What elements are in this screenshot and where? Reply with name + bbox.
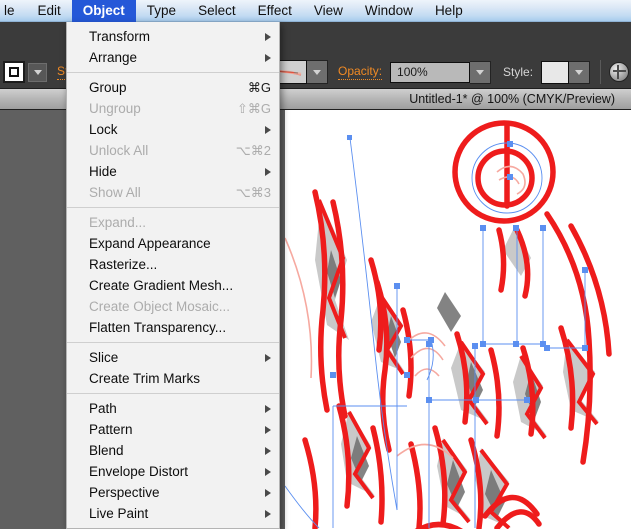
opacity-label[interactable]: Opacity: [338,64,383,80]
menu-item-create-gradient-mesh[interactable]: Create Gradient Mesh... [67,275,279,296]
chevron-right-icon [265,509,271,518]
menu-item-pattern[interactable]: Pattern [67,419,279,440]
menu-item-path[interactable]: Path [67,398,279,419]
brush-dropdown[interactable] [307,60,329,84]
menu-item-label: Perspective [89,485,160,500]
chevron-right-icon [265,167,271,176]
chevron-right-icon [265,467,271,476]
menu-item-label: Create Gradient Mesh... [89,278,234,293]
menu-item-label: Ungroup [89,101,141,116]
menu-item-label: Show All [89,185,141,200]
menu-item-label: Transform [89,29,151,44]
menu-item-image-trace[interactable]: Image Trace [67,524,279,528]
os-menu-bar: le Edit Object Type Select Effect View Window He… [0,0,631,22]
menu-item-blend[interactable]: Blend [67,440,279,461]
chevron-right-icon [265,32,271,41]
chevron-right-icon [265,404,271,413]
vector-line-artwork [285,120,612,529]
menu-item-flatten-transparency[interactable]: Flatten Transparency... [67,317,279,338]
menu-item-expand-appearance[interactable]: Expand Appearance [67,233,279,254]
chevron-down-icon [313,69,322,75]
menubar-item-le[interactable]: le [0,0,27,22]
chevron-right-icon [265,353,271,362]
menu-item-shortcut: ⇧⌘G [236,100,271,116]
artboard[interactable] [285,110,631,529]
menu-item-create-trim-marks[interactable]: Create Trim Marks [67,368,279,389]
menu-item-expand: Expand... [67,212,279,233]
menu-item-label: Create Object Mosaic... [89,299,231,314]
menubar-item-select[interactable]: Select [187,0,247,22]
menu-item-label: Hide [89,164,117,179]
menu-item-shortcut: ⌥⌘3 [235,184,271,200]
menu-item-label: Create Trim Marks [89,371,201,386]
menu-item-perspective[interactable]: Perspective [67,482,279,503]
menu-item-shortcut: ⌘G [247,79,271,95]
chevron-right-icon [265,53,271,62]
menu-item-shortcut: ⌥⌘2 [235,142,271,158]
style-dropdown[interactable] [569,60,591,84]
document-tab-title[interactable]: Untitled-1* @ 100% (CMYK/Preview) [409,92,631,106]
menubar-item-help[interactable]: Help [424,0,474,22]
stroke-color-swatch[interactable] [3,61,25,83]
menu-item-group[interactable]: Group ⌘G [67,77,279,98]
menu-item-unlock-all: Unlock All ⌥⌘2 [67,140,279,161]
menubar-item-window[interactable]: Window [354,0,424,22]
menu-item-label: Arrange [89,50,138,65]
chevron-right-icon [265,488,271,497]
menu-item-slice[interactable]: Slice [67,347,279,368]
menu-item-envelope-distort[interactable]: Envelope Distort [67,461,279,482]
menubar-item-edit[interactable]: Edit [27,0,72,22]
object-menu-dropdown[interactable]: Transform Arrange Group ⌘G Ungroup ⇧⌘G Lock Unl… [66,22,280,529]
menu-item-label: Expand Appearance [89,236,211,251]
menu-item-label: Envelope Distort [89,464,189,479]
menu-item-label: Slice [89,350,119,365]
menu-item-live-paint[interactable]: Live Paint [67,503,279,524]
menu-item-ungroup: Ungroup ⇧⌘G [67,98,279,119]
menu-item-label: Pattern [89,422,133,437]
chevron-down-icon [476,69,485,75]
opacity-dropdown[interactable] [470,60,492,84]
menu-item-transform[interactable]: Transform [67,26,279,47]
illustrator-window: le Edit Object Type Select Effect View Window He… [0,0,631,529]
stroke-swatch-dropdown[interactable] [28,62,47,82]
menu-item-label: Rasterize... [89,257,158,272]
menu-item-label: Group [89,80,127,95]
chevron-down-icon [575,69,584,75]
menu-item-label: Expand... [89,215,147,230]
menu-item-label: Live Paint [89,506,149,521]
menu-item-label: Unlock All [89,143,149,158]
menu-item-rasterize[interactable]: Rasterize... [67,254,279,275]
style-label: Style: [503,65,534,79]
menubar-item-object[interactable]: Object [71,0,136,22]
chevron-right-icon [265,446,271,455]
opacity-input[interactable]: 100% [390,61,471,83]
menu-item-hide[interactable]: Hide [67,161,279,182]
menu-item-create-object-mosaic: Create Object Mosaic... [67,296,279,317]
menu-separator [67,393,279,394]
menu-item-label: Lock [89,122,118,137]
menu-separator [67,72,279,73]
menu-item-label: Blend [89,443,124,458]
menu-item-arrange[interactable]: Arrange [67,47,279,68]
chevron-down-icon [33,69,42,75]
menubar-item-view[interactable]: View [303,0,354,22]
menu-item-label: Path [89,401,117,416]
menu-item-show-all: Show All ⌥⌘3 [67,182,279,203]
menu-item-label: Flatten Transparency... [89,320,227,335]
chevron-right-icon [265,125,271,134]
chevron-right-icon [265,425,271,434]
stroke-swatch-inner [9,67,19,77]
menubar-item-effect[interactable]: Effect [247,0,303,22]
menu-separator [67,207,279,208]
toolbar-divider [600,60,602,84]
menubar-item-type[interactable]: Type [136,0,187,22]
draw-inside-globe-icon[interactable] [609,62,630,82]
menu-separator [67,342,279,343]
menu-item-lock[interactable]: Lock [67,119,279,140]
style-swatch[interactable] [541,60,570,84]
